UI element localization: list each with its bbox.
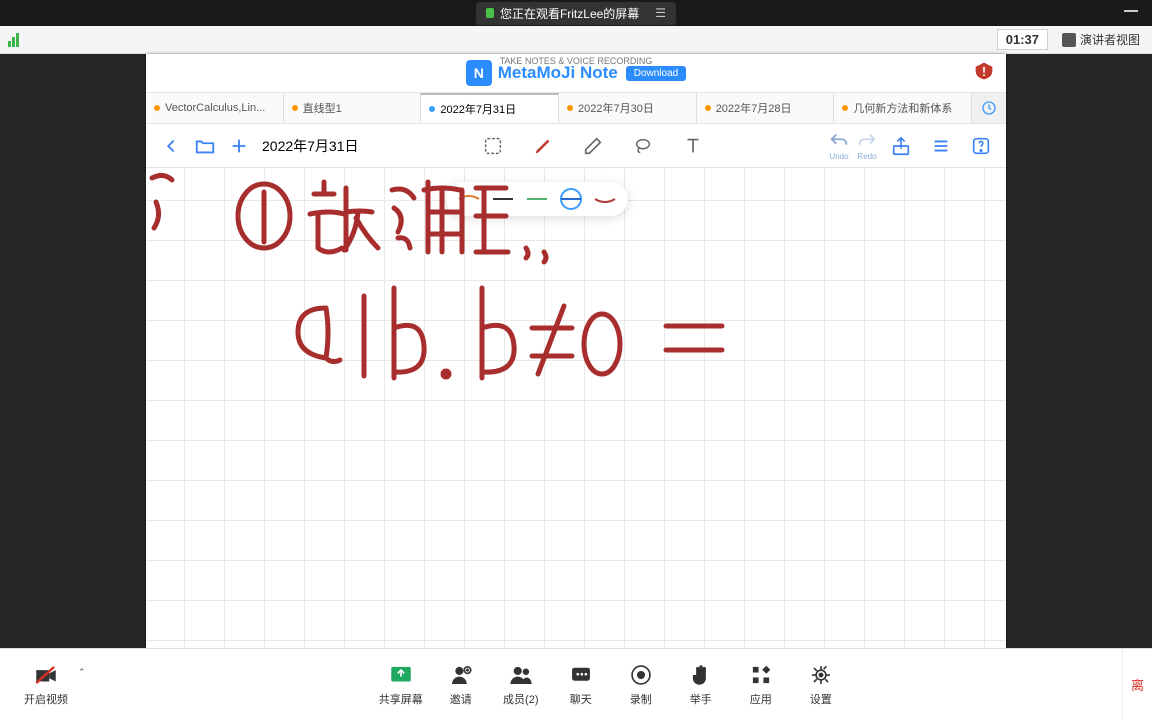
mic-indicator-icon xyxy=(486,8,494,18)
settings-label: 设置 xyxy=(810,691,832,707)
settings-button[interactable]: 设置 xyxy=(791,662,851,707)
add-button[interactable] xyxy=(222,129,256,163)
presenter-view-button[interactable]: 演讲者视图 xyxy=(1056,27,1146,52)
download-button[interactable]: Download xyxy=(626,66,686,81)
app-title: MetaMoJi Note xyxy=(498,63,618,83)
document-tabs: VectorCalculus,Lin... 直线型1 2022年7月31日 20… xyxy=(146,92,1006,124)
share-status-text: 您正在观看FritzLee的屏幕 xyxy=(500,5,639,22)
share-screen-button[interactable]: 共享屏幕 xyxy=(371,662,431,707)
banner-subtitle: TAKE NOTES & VOICE RECORDING xyxy=(500,56,653,66)
select-tool[interactable] xyxy=(476,129,510,163)
shared-screen-area: TAKE NOTES & VOICE RECORDING N MetaMoJi … xyxy=(0,54,1152,648)
signal-icon xyxy=(8,33,19,47)
undo-button[interactable]: Undo xyxy=(828,131,850,161)
chat-button[interactable]: 聊天 xyxy=(551,662,611,707)
eraser-tool[interactable] xyxy=(576,129,610,163)
share-menu-icon[interactable]: ☰ xyxy=(655,6,666,20)
document-title: 2022年7月31日 xyxy=(262,136,359,156)
tab-geometry[interactable]: 几何新方法和新体系 xyxy=(834,93,972,123)
recent-button[interactable] xyxy=(972,93,1006,123)
alert-icon[interactable] xyxy=(974,60,994,82)
record-label: 录制 xyxy=(630,691,652,707)
ipad-window: TAKE NOTES & VOICE RECORDING N MetaMoJi … xyxy=(146,54,1006,648)
list-button[interactable] xyxy=(924,129,958,163)
raise-hand-label: 举手 xyxy=(690,691,712,707)
members-label: 成员(2) xyxy=(503,691,538,707)
text-tool[interactable] xyxy=(676,129,710,163)
presenter-view-icon xyxy=(1062,33,1076,47)
members-button[interactable]: 成员(2) xyxy=(491,662,551,707)
screen-share-bar: 您正在观看FritzLee的屏幕 ☰ xyxy=(0,0,1152,26)
invite-button[interactable]: 邀请 xyxy=(431,662,491,707)
handwriting-layer xyxy=(146,168,1006,648)
record-button[interactable]: 录制 xyxy=(611,662,671,707)
minimize-icon[interactable] xyxy=(1124,10,1138,12)
note-canvas[interactable] xyxy=(146,168,1006,648)
tab-line-model[interactable]: 直线型1 xyxy=(284,93,422,123)
tab-2022-07-31[interactable]: 2022年7月31日 xyxy=(421,93,559,123)
share-button[interactable] xyxy=(884,129,918,163)
apps-label: 应用 xyxy=(750,691,772,707)
app-banner: TAKE NOTES & VOICE RECORDING N MetaMoJi … xyxy=(146,54,1006,92)
app-logo-icon: N xyxy=(466,60,492,86)
tab-2022-07-28[interactable]: 2022年7月28日 xyxy=(697,93,835,123)
video-caret-icon[interactable]: ⌃ xyxy=(78,667,86,678)
raise-hand-button[interactable]: 举手 xyxy=(671,662,731,707)
apps-button[interactable]: 应用 xyxy=(731,662,791,707)
video-label: 开启视频 xyxy=(24,691,68,707)
redo-button[interactable]: Redo xyxy=(856,131,878,161)
folder-button[interactable] xyxy=(188,129,222,163)
presenter-view-label: 演讲者视图 xyxy=(1080,31,1140,48)
editor-toolbar: 2022年7月31日 Undo Redo xyxy=(146,124,1006,168)
invite-label: 邀请 xyxy=(450,691,472,707)
lasso-tool[interactable] xyxy=(626,129,660,163)
elapsed-timer: 01:37 xyxy=(997,29,1048,50)
share-screen-label: 共享屏幕 xyxy=(379,691,423,707)
help-button[interactable] xyxy=(964,129,998,163)
share-status-pill[interactable]: 您正在观看FritzLee的屏幕 ☰ xyxy=(476,2,676,25)
video-button[interactable]: 开启视频 xyxy=(16,662,76,707)
meeting-toolbar: 开启视频 ⌃ 共享屏幕 邀请 成员(2) 聊天 录制 举手 应用 设置 离 xyxy=(0,648,1152,720)
tab-2022-07-30[interactable]: 2022年7月30日 xyxy=(559,93,697,123)
meeting-info-bar: 01:37 演讲者视图 xyxy=(0,26,1152,54)
chat-label: 聊天 xyxy=(570,691,592,707)
pen-tool[interactable] xyxy=(526,129,560,163)
tab-vectorcalculus[interactable]: VectorCalculus,Lin... xyxy=(146,93,284,123)
leave-button[interactable]: 离 xyxy=(1122,649,1152,720)
back-button[interactable] xyxy=(154,129,188,163)
